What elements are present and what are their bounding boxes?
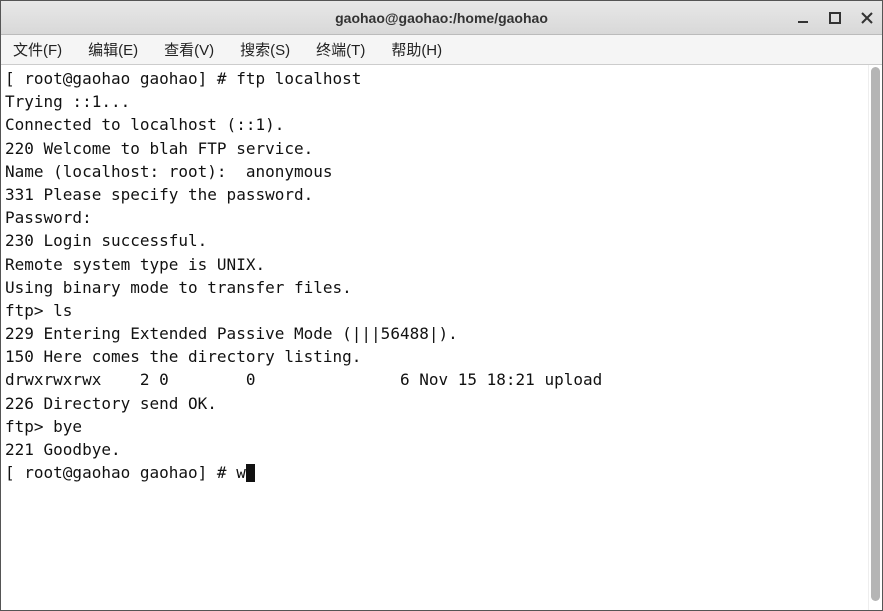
maximize-button[interactable] [826, 9, 844, 27]
close-icon [860, 11, 874, 25]
menu-edit[interactable]: 编辑(E) [84, 37, 142, 62]
menu-search[interactable]: 搜索(S) [236, 37, 294, 62]
minimize-icon [796, 11, 810, 25]
window-controls [794, 9, 876, 27]
window-title: gaohao@gaohao:/home/gaohao [1, 10, 882, 26]
menu-file[interactable]: 文件(F) [9, 37, 66, 62]
titlebar: gaohao@gaohao:/home/gaohao [1, 1, 882, 35]
terminal-area: [ root@gaohao gaohao] # ftp localhost Tr… [1, 65, 882, 610]
cursor [246, 464, 255, 482]
close-button[interactable] [858, 9, 876, 27]
scrollbar[interactable] [868, 65, 882, 610]
terminal-output[interactable]: [ root@gaohao gaohao] # ftp localhost Tr… [1, 65, 868, 610]
menu-view[interactable]: 查看(V) [160, 37, 218, 62]
minimize-button[interactable] [794, 9, 812, 27]
menubar: 文件(F) 编辑(E) 查看(V) 搜索(S) 终端(T) 帮助(H) [1, 35, 882, 65]
scrollbar-thumb[interactable] [871, 67, 880, 601]
menu-terminal[interactable]: 终端(T) [312, 37, 369, 62]
terminal-window: gaohao@gaohao:/home/gaohao 文件(F) 编辑(E) 查… [0, 0, 883, 611]
maximize-icon [828, 11, 842, 25]
menu-help[interactable]: 帮助(H) [387, 37, 446, 62]
